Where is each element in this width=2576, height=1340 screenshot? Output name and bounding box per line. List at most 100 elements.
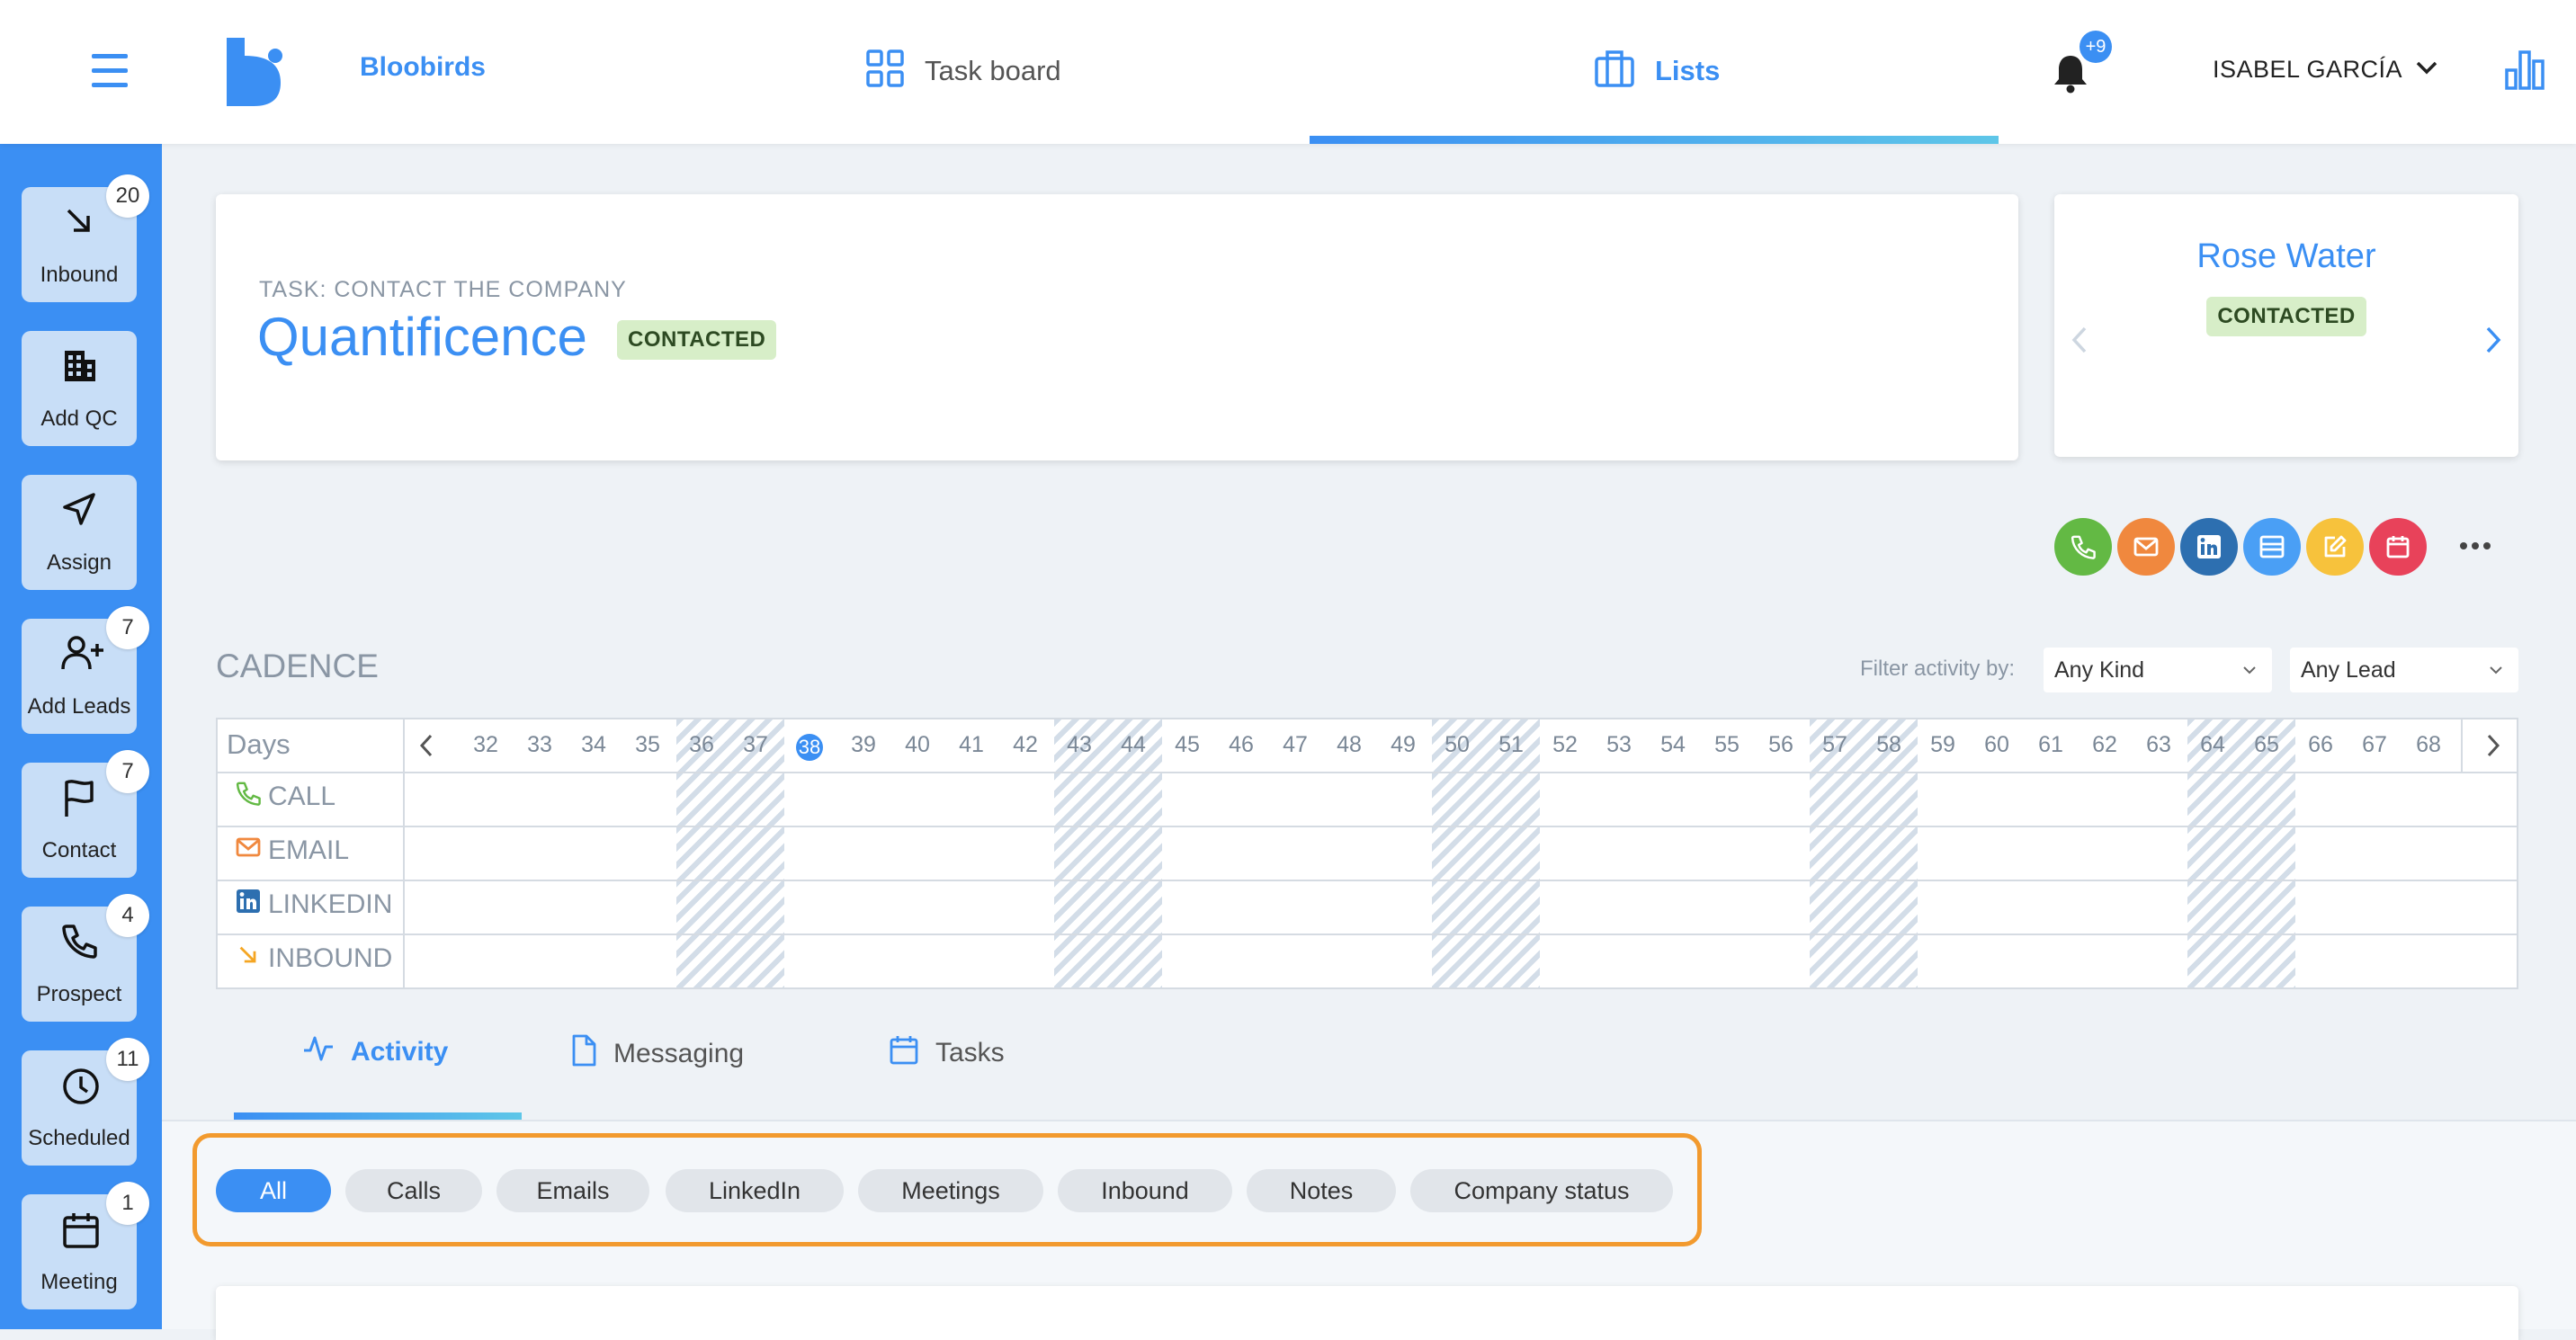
- day-number: 52: [1552, 732, 1578, 757]
- day-number: 37: [743, 732, 768, 757]
- tab-tasks[interactable]: Tasks: [889, 1034, 1005, 1072]
- file-icon: [570, 1034, 597, 1074]
- filter-chip-linkedin[interactable]: LinkedIn: [666, 1169, 844, 1212]
- day-header: 32 33 34 35 36 37 38 39 40 41 42 43 44 4…: [218, 719, 2517, 772]
- email-action-button[interactable]: [2117, 518, 2175, 576]
- sidebar-item-assign[interactable]: Assign: [22, 475, 137, 590]
- chevron-down-icon: [2488, 648, 2504, 708]
- status-badge: CONTACTED: [2206, 297, 2366, 336]
- filter-lead-select[interactable]: Any Lead: [2290, 648, 2518, 692]
- filter-kind-select[interactable]: Any Kind: [2044, 648, 2272, 692]
- cadence-row-call: CALL: [236, 781, 335, 813]
- filter-chip-inbound[interactable]: Inbound: [1058, 1169, 1232, 1212]
- sidebar-item-label: Prospect: [36, 982, 122, 1006]
- filter-chip-calls[interactable]: Calls: [345, 1169, 482, 1212]
- activity-icon: [302, 1034, 335, 1070]
- lead-name[interactable]: Rose Water: [2054, 237, 2518, 276]
- lead-status-wrap: CONTACTED: [2054, 297, 2518, 336]
- chevron-down-icon: [2241, 648, 2258, 708]
- activity-feed: [216, 1286, 2518, 1340]
- briefcase-icon: [1594, 49, 1635, 93]
- active-tab-indicator: [234, 1112, 522, 1120]
- count-badge: 1: [106, 1182, 149, 1225]
- day-number: 35: [635, 732, 660, 757]
- nav-task-board[interactable]: Task board: [865, 49, 1061, 93]
- task-label: TASK: CONTACT THE COMPANY: [259, 277, 627, 302]
- sidebar-item-label: Contact: [41, 838, 117, 862]
- chevron-right-icon[interactable]: [2484, 326, 2502, 359]
- meeting-action-button[interactable]: [2243, 518, 2301, 576]
- linkedin-action-button[interactable]: [2180, 518, 2238, 576]
- filter-label: Filter activity by:: [1860, 657, 2016, 681]
- nav-lists-label: Lists: [1655, 54, 1721, 86]
- day-number: 58: [1876, 732, 1901, 757]
- filter-chip-emails[interactable]: Emails: [496, 1169, 649, 1212]
- company-card: TASK: CONTACT THE COMPANY Quantificence …: [216, 194, 2018, 460]
- bar-chart-icon[interactable]: [2504, 49, 2545, 96]
- sidebar-item-scheduled[interactable]: Scheduled 11: [22, 1038, 149, 1166]
- day-number: 41: [959, 732, 984, 757]
- sidebar-item-inbound[interactable]: Inbound 20: [22, 174, 149, 302]
- more-options-icon[interactable]: [2459, 540, 2491, 556]
- day-number: 62: [2092, 732, 2117, 757]
- cadence-row-inbound: INBOUND: [236, 942, 392, 975]
- tab-activity[interactable]: Activity: [302, 1034, 448, 1070]
- sidebar-item-prospect[interactable]: Prospect 4: [22, 894, 149, 1022]
- tab-messaging[interactable]: Messaging: [570, 1034, 744, 1074]
- company-name[interactable]: Quantificence: [257, 306, 587, 368]
- day-number: 59: [1930, 732, 1955, 757]
- notifications-button[interactable]: +9: [2051, 31, 2112, 99]
- cadence-row-linkedin: LINKEDIN: [236, 889, 392, 921]
- grid-icon: [865, 49, 905, 93]
- chevron-left-icon[interactable]: [2071, 326, 2089, 359]
- day-number: 63: [2146, 732, 2171, 757]
- filter-chip-company-status[interactable]: Company status: [1410, 1169, 1673, 1212]
- tab-label: Tasks: [935, 1038, 1005, 1068]
- nav-lists[interactable]: Lists: [1594, 49, 1720, 93]
- grid-line: [218, 826, 2517, 827]
- phone-icon: [236, 781, 261, 813]
- grid-line: [218, 772, 2517, 773]
- day-number: 68: [2416, 732, 2441, 757]
- brand-name[interactable]: Bloobirds: [360, 52, 486, 83]
- filter-chip-all[interactable]: All: [216, 1169, 331, 1212]
- cadence-row-label: INBOUND: [268, 943, 393, 973]
- day-number: 51: [1498, 732, 1524, 757]
- day-number: 42: [1013, 732, 1038, 757]
- day-number: 48: [1337, 732, 1362, 757]
- call-action-button[interactable]: [2054, 518, 2112, 576]
- sidebar-item-add-qc[interactable]: Add QC: [22, 331, 137, 446]
- filter-chip-notes[interactable]: Notes: [1247, 1169, 1396, 1212]
- lead-card: Rose Water CONTACTED: [2054, 194, 2518, 457]
- bell-icon: [2053, 52, 2089, 98]
- day-number: 50: [1445, 732, 1470, 757]
- day-number: 47: [1283, 732, 1308, 757]
- count-badge: 7: [106, 750, 149, 793]
- sidebar-item-label: Assign: [46, 550, 112, 575]
- day-number: 60: [1984, 732, 2009, 757]
- sidebar-item-add-leads[interactable]: Add Leads 7: [22, 606, 149, 734]
- day-number: 46: [1229, 732, 1254, 757]
- brand-logo[interactable]: [225, 36, 288, 112]
- sidebar-item-label: Add Leads: [27, 694, 131, 719]
- day-number: 49: [1391, 732, 1416, 757]
- nav-task-board-label: Task board: [925, 54, 1061, 86]
- menu-icon[interactable]: [90, 52, 131, 94]
- user-menu[interactable]: ISABEL GARCÍA: [2213, 56, 2438, 84]
- day-number: 56: [1768, 732, 1793, 757]
- day-number: 67: [2362, 732, 2387, 757]
- task-action-button[interactable]: [2369, 518, 2427, 576]
- user-name: ISABEL GARCÍA: [2213, 56, 2403, 83]
- arrow-down-right-icon: [236, 942, 261, 975]
- sidebar-item-label: Scheduled: [28, 1126, 130, 1150]
- status-badge: CONTACTED: [617, 320, 777, 360]
- mail-icon: [236, 835, 261, 867]
- grid-line: [218, 880, 2517, 881]
- sidebar-item-meeting[interactable]: Meeting 1: [22, 1182, 149, 1309]
- note-action-button[interactable]: [2306, 518, 2364, 576]
- filter-chip-meetings[interactable]: Meetings: [858, 1169, 1043, 1212]
- sidebar-item-contact[interactable]: Contact 7: [22, 750, 149, 878]
- sidebar: Inbound 20 Add QC Assign Add Leads 7 Con…: [0, 144, 162, 1329]
- day-number: 43: [1067, 732, 1092, 757]
- day-number: 34: [581, 732, 606, 757]
